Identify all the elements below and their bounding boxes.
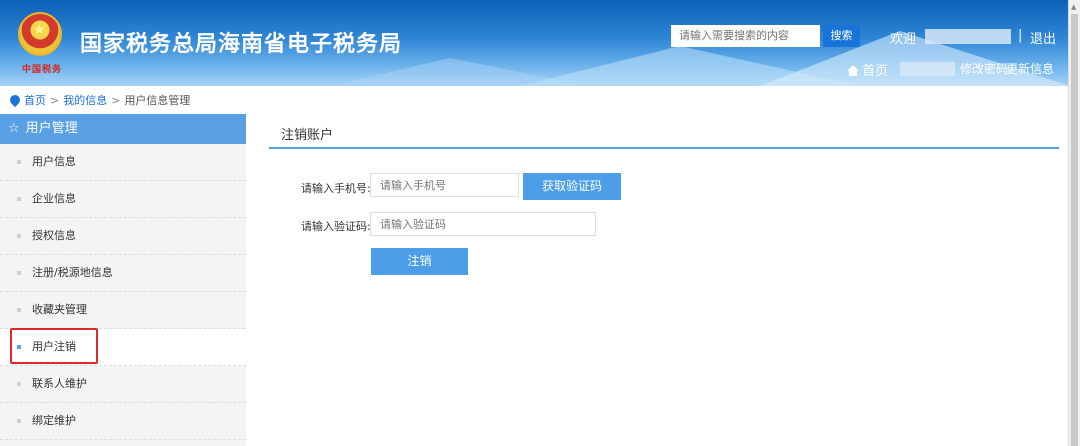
logo-slogan: 中国税务 bbox=[22, 65, 63, 75]
header-separator: | bbox=[1018, 28, 1023, 43]
home-link[interactable]: 首页 bbox=[847, 60, 888, 79]
breadcrumb-separator: > bbox=[50, 94, 60, 107]
page-title: 注销账户 bbox=[281, 128, 334, 143]
sidebar: ☆ 用户管理 用户信息 企业信息 授权信息 注册/税源地信息 收藏夹管理 用户注销… bbox=[0, 114, 246, 446]
sidebar-item-favorites[interactable]: 收藏夹管理 bbox=[0, 292, 246, 329]
breadcrumb: 首页 > 我的信息 > 用户信息管理 bbox=[7, 92, 191, 108]
verification-code-input[interactable] bbox=[370, 212, 596, 236]
scroll-up-icon[interactable]: ▲ bbox=[1071, 3, 1076, 11]
sidebar-item-label: 收藏夹管理 bbox=[32, 303, 87, 316]
sidebar-item-label: 联系人维护 bbox=[32, 377, 87, 390]
code-label: 请输入验证码: bbox=[301, 220, 371, 233]
username-redacted bbox=[925, 29, 1011, 44]
sidebar-title: 用户管理 bbox=[25, 121, 78, 136]
sidebar-item-label: 用户信息 bbox=[32, 155, 76, 168]
sidebar-item-label: 绑定维护 bbox=[32, 414, 76, 427]
sidebar-header[interactable]: ☆ 用户管理 bbox=[0, 114, 246, 144]
star-outline-icon: ☆ bbox=[8, 121, 20, 136]
vertical-scrollbar[interactable]: ▲ bbox=[1068, 0, 1080, 446]
bullet-icon bbox=[17, 419, 21, 423]
sidebar-item-registration[interactable]: 注册/税源地信息 bbox=[0, 255, 246, 292]
phone-input[interactable] bbox=[370, 173, 519, 197]
scrollbar-thumb[interactable] bbox=[1071, 14, 1078, 446]
sidebar-item-authorization[interactable]: 授权信息 bbox=[0, 218, 246, 255]
search-button[interactable]: 搜索 bbox=[823, 25, 860, 47]
location-pin-icon bbox=[7, 92, 23, 108]
home-icon bbox=[847, 65, 859, 76]
sidebar-item-binding[interactable]: 绑定维护 bbox=[0, 403, 246, 440]
bullet-icon bbox=[17, 160, 21, 164]
sidebar-item-company-info[interactable]: 企业信息 bbox=[0, 181, 246, 218]
bullet-icon bbox=[17, 382, 21, 386]
phone-label: 请输入手机号: bbox=[301, 182, 371, 195]
change-password-link[interactable]: 修改密码 bbox=[960, 60, 1008, 77]
sidebar-item-contacts[interactable]: 联系人维护 bbox=[0, 366, 246, 403]
cancel-account-button[interactable]: 注销 bbox=[371, 248, 468, 275]
bullet-icon bbox=[17, 197, 21, 201]
sidebar-item-user-info[interactable]: 用户信息 bbox=[0, 144, 246, 181]
update-info-link[interactable]: 更新信息 bbox=[1006, 60, 1054, 77]
emblem-icon: ★ bbox=[18, 12, 62, 56]
taxpayer-redacted bbox=[900, 62, 955, 76]
site-title[interactable]: 国家税务总局海南省电子税务局 bbox=[80, 26, 402, 58]
breadcrumb-separator: > bbox=[111, 94, 121, 107]
bullet-icon bbox=[17, 271, 21, 275]
logout-link[interactable]: 退出 bbox=[1030, 28, 1056, 47]
home-link-label: 首页 bbox=[862, 64, 889, 79]
get-code-button[interactable]: 获取验证码 bbox=[523, 173, 621, 200]
breadcrumb-current: 用户信息管理 bbox=[124, 94, 191, 107]
bullet-icon bbox=[17, 234, 21, 238]
sidebar-item-label: 注册/税源地信息 bbox=[32, 266, 113, 279]
search-input[interactable] bbox=[671, 25, 820, 47]
header-banner: ★ 中国税务 国家税务总局海南省电子税务局 搜索 欢迎 | 退出 首页 修改密码… bbox=[0, 0, 1068, 86]
highlight-annotation-box bbox=[10, 328, 98, 364]
welcome-text: 欢迎 bbox=[890, 32, 917, 47]
title-divider bbox=[269, 147, 1059, 149]
bullet-icon bbox=[17, 308, 21, 312]
breadcrumb-my-info[interactable]: 我的信息 bbox=[63, 94, 107, 107]
sidebar-item-label: 企业信息 bbox=[32, 192, 76, 205]
breadcrumb-home[interactable]: 首页 bbox=[24, 94, 46, 107]
sidebar-item-label: 授权信息 bbox=[32, 229, 76, 242]
